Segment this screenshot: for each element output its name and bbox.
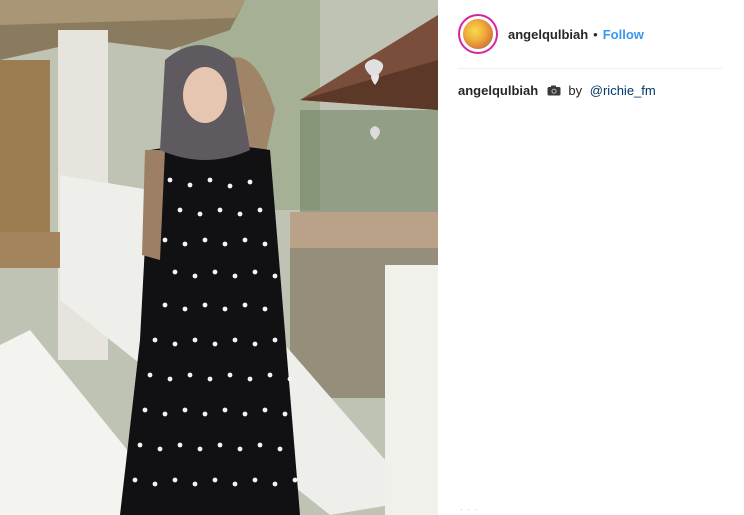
header-separator: • <box>593 26 598 42</box>
caption-text: by <box>568 83 583 98</box>
instagram-post: angelqulbiah • Follow angelqulbiah by @r… <box>0 0 744 515</box>
photo-illustration <box>0 0 438 515</box>
bottom-ellipsis-icon: · · · <box>460 504 479 514</box>
camera-icon <box>547 84 561 96</box>
post-header: angelqulbiah • Follow <box>458 0 722 69</box>
caption-mention-link[interactable]: @richie_fm <box>590 83 656 98</box>
header-username[interactable]: angelqulbiah <box>508 27 588 42</box>
post-caption: angelqulbiah by @richie_fm <box>438 69 744 98</box>
profile-avatar-icon <box>461 17 495 51</box>
caption-username[interactable]: angelqulbiah <box>458 83 538 98</box>
post-photo[interactable] <box>0 0 438 515</box>
post-side-panel: angelqulbiah • Follow angelqulbiah by @r… <box>438 0 744 515</box>
follow-button[interactable]: Follow <box>603 27 644 42</box>
profile-avatar[interactable] <box>458 14 498 54</box>
